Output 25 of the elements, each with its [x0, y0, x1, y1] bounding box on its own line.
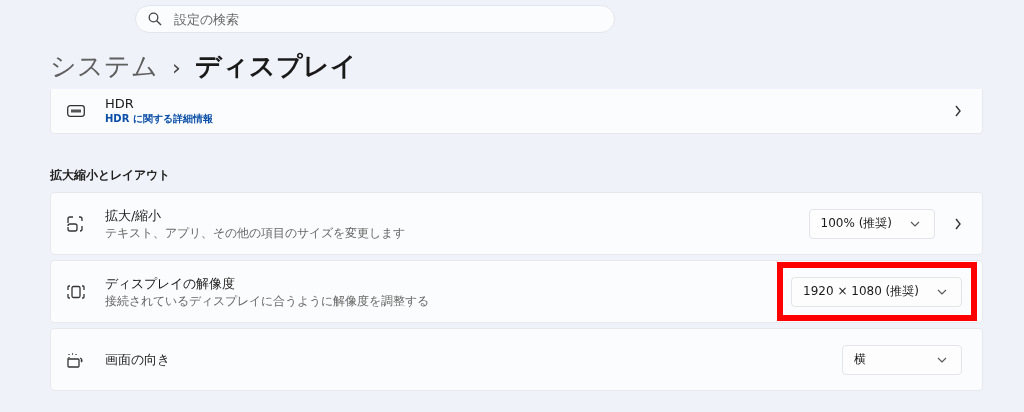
setting-card[interactable]: 拡大/縮小 テキスト、アプリ、その他の項目のサイズを変更します 100% (推奨): [50, 192, 983, 255]
setting-description: テキスト、アプリ、その他の項目のサイズを変更します: [105, 226, 405, 240]
setting-card[interactable]: ディスプレイの解像度 接続されているディスプレイに合うように解像度を調整する 1920 × 1080 (推奨): [50, 260, 983, 323]
setting-description: 接続されているディスプレイに合うように解像度を調整する: [105, 294, 429, 308]
setting-title: ディスプレイの解像度: [105, 275, 236, 293]
chevron-down-icon: [937, 356, 947, 363]
search-icon: [148, 12, 162, 26]
setting-title: 拡大/縮小: [105, 207, 163, 225]
details-link[interactable]: HDR に関する詳細情報: [105, 112, 213, 126]
search-field[interactable]: 設定の検索: [135, 5, 615, 33]
setting-title: HDR: [105, 96, 135, 111]
section-heading: 拡大縮小とレイアウト: [50, 167, 171, 184]
breadcrumb-separator: ›: [172, 55, 181, 80]
resolution-icon: [67, 283, 85, 300]
breadcrumb-link[interactable]: システム: [50, 49, 158, 84]
chevron-down-icon: [937, 288, 947, 295]
setting-title: 画面の向き: [105, 350, 170, 369]
chevron-down-icon: [910, 220, 920, 227]
scale-icon: [67, 215, 85, 232]
dropdown[interactable]: 横: [842, 344, 962, 375]
page-title: ディスプレイ: [194, 50, 357, 83]
hdr-card[interactable]: HDR HDR に関する詳細情報: [50, 89, 983, 134]
setting-card[interactable]: 画面の向き 横: [50, 328, 983, 391]
dropdown[interactable]: 1920 × 1080 (推奨): [791, 276, 962, 307]
dropdown[interactable]: 100% (推奨): [808, 208, 935, 239]
